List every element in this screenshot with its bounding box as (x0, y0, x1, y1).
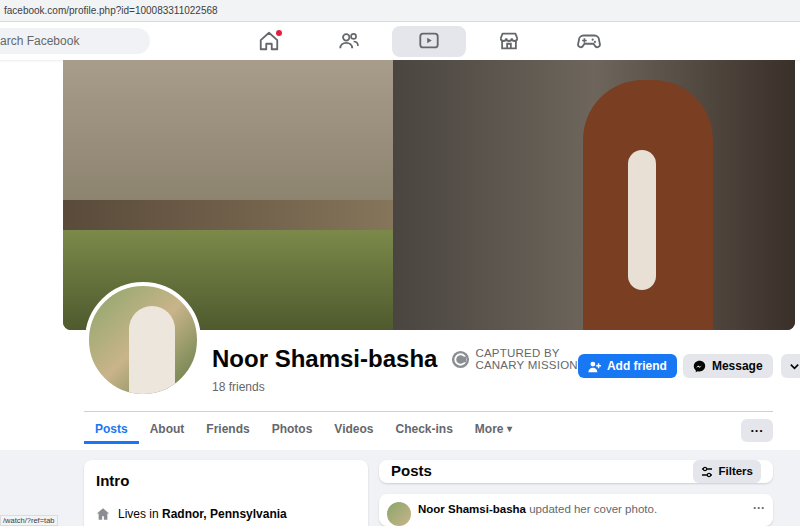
profile-tab[interactable]: Photos (261, 416, 324, 444)
nav-tab[interactable] (389, 22, 469, 60)
add-friend-button[interactable]: Add friend (578, 354, 677, 378)
add-friend-icon (588, 360, 601, 373)
chevron-down-icon (789, 361, 800, 372)
tab-label: More (475, 420, 504, 438)
post-action: updated her cover photo. (529, 503, 657, 515)
profile-actions: Add friend Message (578, 354, 800, 378)
profile-info: Noor Shamsi-basha CAPTURED BYCANARY MISS… (212, 346, 578, 396)
intro-card: Intro Lives in Radnor, Pennsylvania (84, 460, 368, 526)
profile-name: Noor Shamsi-basha (212, 346, 437, 372)
profile-header: Noor Shamsi-basha CAPTURED BYCANARY MISS… (0, 330, 800, 450)
canary-badge[interactable]: CAPTURED BYCANARY MISSION (451, 347, 578, 372)
messenger-icon (693, 360, 706, 373)
tab-label: Check-ins (396, 420, 453, 438)
content-area: Intro Lives in Radnor, Pennsylvania Post… (0, 450, 800, 526)
marketplace-icon (498, 30, 520, 52)
post-author[interactable]: Noor Shamsi-basha (418, 503, 526, 515)
posts-column: Posts Filters Noor Shamsi-basha updated … (379, 460, 773, 526)
url-text[interactable]: facebook.com/profile.php?id=100083311022… (4, 3, 218, 18)
tab-label: About (150, 420, 185, 438)
post-menu-button[interactable]: ··· (753, 502, 765, 514)
intro-lives-row: Lives in Radnor, Pennsylvania (96, 505, 356, 523)
nav-items (229, 22, 629, 60)
address-bar[interactable]: facebook.com/profile.php?id=100083311022… (0, 0, 800, 22)
gaming-icon (577, 30, 601, 52)
nav-tab-icon-wrap (498, 30, 520, 52)
button-label: Add friend (607, 357, 667, 375)
top-nav (0, 22, 800, 60)
tabs-menu-button[interactable]: ··· (741, 419, 773, 442)
cover-horse-blaze (628, 150, 656, 290)
badge-line: CANARY MISSION (475, 359, 578, 372)
nav-tab-icon-wrap (418, 30, 440, 52)
nav-tab-inner (392, 26, 466, 57)
lives-in-text: Lives in Radnor, Pennsylvania (118, 505, 287, 523)
profile-tab[interactable]: Videos (323, 416, 384, 444)
tab-label: Posts (95, 420, 128, 438)
badge-text: CAPTURED BYCANARY MISSION (475, 347, 578, 372)
filters-label: Filters (718, 463, 753, 480)
message-button[interactable]: Message (683, 354, 773, 378)
search-field[interactable] (0, 28, 150, 54)
badge-logo-icon (451, 350, 470, 369)
post-card: Noor Shamsi-basha updated her cover phot… (379, 494, 773, 526)
profile-tab[interactable]: About (139, 416, 196, 444)
post-headline: Noor Shamsi-basha updated her cover phot… (418, 502, 657, 517)
profile-tab[interactable]: Posts (84, 416, 139, 444)
tabs-menu-label: ··· (751, 424, 764, 437)
nav-tab[interactable] (469, 22, 549, 60)
status-text: /watch/?ref=tab (3, 517, 55, 525)
nav-tab-inner (232, 26, 306, 57)
watch-icon (418, 30, 440, 52)
nav-tab-icon-wrap (577, 30, 601, 52)
lives-in-place[interactable]: Radnor, Pennsylvania (162, 507, 287, 521)
profile-tab[interactable]: Friends (195, 416, 260, 444)
nav-tab[interactable] (229, 22, 309, 60)
badge-line: CAPTURED BY (475, 347, 578, 360)
friends-count[interactable]: 18 friends (212, 378, 578, 396)
filters-button[interactable]: Filters (693, 460, 761, 483)
post-avatar[interactable] (387, 502, 411, 526)
profile-tabs: Posts About Friends Photos Videos Check-ins Mo… (84, 416, 523, 444)
nav-tab-inner (552, 26, 626, 57)
status-bar: /watch/?ref=tab (0, 515, 58, 526)
cover-sky (63, 60, 393, 200)
more-actions-button[interactable] (781, 354, 800, 378)
name-row: Noor Shamsi-basha CAPTURED BYCANARY MISS… (212, 346, 578, 372)
nav-tab[interactable] (549, 22, 629, 60)
profile-picture-figure (129, 306, 175, 396)
nav-tab-inner (472, 26, 546, 57)
posts-header-card: Posts Filters (379, 460, 773, 483)
search-input[interactable] (0, 32, 150, 50)
tab-caret: ▾ (507, 421, 512, 436)
filters-icon (701, 466, 713, 478)
nav-tab[interactable] (309, 22, 389, 60)
tab-label: Friends (206, 420, 249, 438)
tab-label: Videos (334, 420, 373, 438)
nav-tab-icon-wrap (338, 30, 360, 52)
friends-icon (338, 30, 360, 52)
profile-tab[interactable]: More▾ (464, 416, 523, 444)
profile-picture[interactable] (85, 282, 201, 398)
posts-title: Posts (391, 460, 432, 483)
house-icon (96, 507, 110, 521)
profile-tab[interactable]: Check-ins (385, 416, 464, 444)
tab-label: Photos (272, 420, 313, 438)
notification-dot (276, 30, 282, 36)
nav-tab-inner (312, 26, 386, 57)
tabs-bar: Posts About Friends Photos Videos Check-ins Mo… (84, 411, 773, 444)
button-label: Message (712, 357, 763, 375)
intro-title: Intro (96, 470, 356, 493)
